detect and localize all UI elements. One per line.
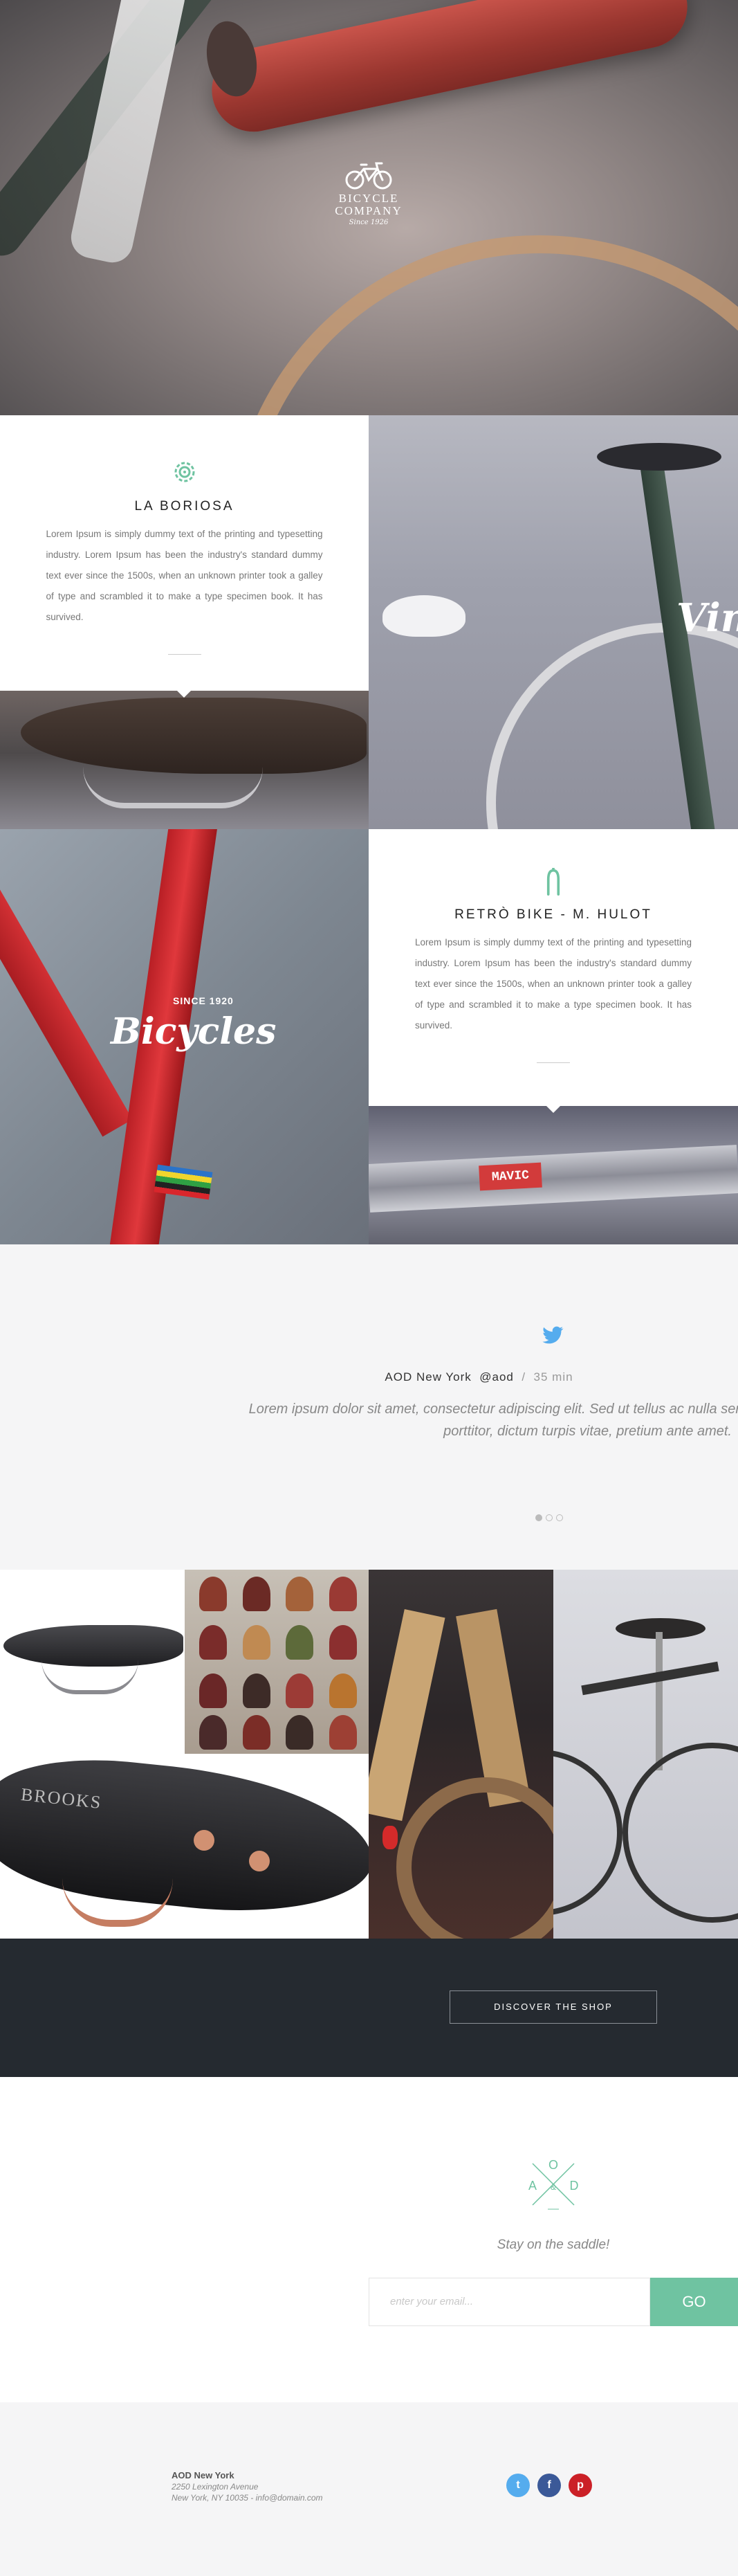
saddle-rail	[83, 767, 263, 808]
monogram-letter: D	[570, 2179, 579, 2193]
photo-red-bike: SINCE 1920 Bicycles	[0, 829, 369, 1244]
frame-tube	[0, 867, 133, 1137]
newsletter-tagline: Stay on the saddle!	[497, 2238, 610, 2252]
brand-since: Since 1926	[349, 219, 389, 226]
twitter-bird-icon[interactable]	[542, 1326, 564, 1345]
gallery-saddle-side[interactable]	[0, 1570, 185, 1754]
carousel-dot[interactable]	[546, 1514, 553, 1521]
card-pointer	[177, 691, 191, 698]
tweet-line: porttitor, dictum turpis vitae, pretium …	[443, 1424, 732, 1439]
feature-body: Lorem Ipsum is simply dummy text of the …	[46, 529, 323, 622]
gallery-bike-frame[interactable]	[553, 1570, 738, 1939]
carousel-dot[interactable]	[535, 1514, 542, 1521]
carousel-dot[interactable]	[556, 1514, 563, 1521]
since-text: SINCE 1920	[173, 995, 234, 1006]
rim-band	[369, 1145, 738, 1213]
tweet-author[interactable]: AOD New York	[385, 1370, 471, 1384]
brand-line-2: COMPANY	[335, 204, 403, 217]
bike-fork-icon	[546, 868, 560, 896]
footer-email[interactable]: info@domain.com	[256, 2493, 323, 2503]
frame-tube	[581, 1661, 719, 1696]
bicycles-text: Bicycles	[111, 1010, 277, 1053]
gallery-brooks-saddle[interactable]: BROOKS	[0, 1754, 369, 1939]
seat-shape	[597, 443, 721, 471]
feature-title: RETRÒ BIKE - M. HULOT	[454, 907, 652, 922]
twitter-icon[interactable]: t	[506, 2474, 530, 2497]
gallery-bike-bags[interactable]	[369, 1570, 553, 1939]
photo-rim: MAVIC	[369, 1106, 738, 1244]
separator: /	[522, 1370, 526, 1384]
hero-wheel-image	[228, 235, 738, 415]
footer-company: AOD New York	[172, 2470, 234, 2480]
photo-saddle	[0, 691, 369, 829]
saddle-row	[192, 1577, 365, 1611]
gear-icon	[174, 462, 194, 482]
vintage-text: Vin	[676, 595, 738, 641]
strap-shape	[369, 1609, 445, 1821]
tweet-line: Lorem ipsum dolor sit amet, consectetur …	[248, 1402, 738, 1417]
tweet-meta: AOD New York @aod / 35 min	[0, 1370, 738, 1384]
footer: AOD New York 2250 Lexington Avenue New Y…	[0, 2402, 738, 2576]
tweet-time: 35 min	[533, 1370, 573, 1384]
brand-logo[interactable]: BICYCLE COMPANY Since 1926	[327, 161, 410, 226]
rivet	[249, 1851, 270, 1871]
wheel-shape	[553, 1750, 622, 1916]
feature-title: LA BORIOSA	[134, 499, 234, 514]
photo-lake-bike: Vin	[369, 415, 738, 829]
seat-post	[656, 1632, 663, 1770]
feature-body: Lorem Ipsum is simply dummy text of the …	[415, 937, 692, 1031]
rear-light	[382, 1826, 398, 1849]
divider	[167, 654, 201, 655]
fender-shape	[396, 1777, 553, 1939]
monogram-letter: &	[551, 2182, 556, 2192]
rivet	[194, 1830, 214, 1851]
footer-city: New York, NY 10035 -	[172, 2493, 254, 2503]
footer-street: 2250 Lexington Avenue	[172, 2482, 259, 2492]
aod-monogram-logo: O A & D	[528, 2158, 579, 2210]
tweet-text: Lorem ipsum dolor sit amet, consectetur …	[166, 1398, 738, 1442]
discover-shop-button[interactable]: DISCOVER THE SHOP	[450, 1990, 657, 2024]
email-input[interactable]: enter your email...	[369, 2278, 650, 2326]
hero-handlebar-image	[204, 0, 695, 140]
carousel-dots	[535, 1514, 563, 1521]
bicycle-icon	[345, 162, 392, 190]
saddle-row	[192, 1715, 365, 1750]
feature-card-retro-bike: RETRÒ BIKE - M. HULOT Lorem Ipsum is sim…	[369, 829, 738, 1106]
tweet-handle[interactable]: @aod	[479, 1370, 514, 1384]
mavic-label: MAVIC	[479, 1162, 542, 1191]
saddle-rail	[62, 1878, 173, 1927]
divider	[537, 1062, 570, 1063]
saddle-shape	[21, 698, 367, 774]
subscribe-button[interactable]: GO	[650, 2278, 738, 2326]
hero-banner: BICYCLE COMPANY Since 1926	[0, 0, 738, 415]
gallery-saddle-wall[interactable]	[185, 1570, 369, 1754]
twitter-section: AOD New York @aod / 35 min Lorem ipsum d…	[0, 1244, 738, 1570]
monogram-letter: O	[548, 2158, 558, 2172]
feature-card-la-boriosa: LA BORIOSA Lorem Ipsum is simply dummy t…	[0, 415, 369, 691]
social-links: t f p	[506, 2474, 592, 2497]
swan-shape	[382, 595, 465, 637]
footer-address: AOD New York 2250 Lexington Avenue New Y…	[172, 2470, 323, 2503]
saddle-row	[192, 1674, 365, 1708]
pinterest-icon[interactable]: p	[569, 2474, 592, 2497]
saddle-row	[192, 1625, 365, 1660]
newsletter-section: O A & D Stay on the saddle! enter your e…	[0, 2077, 738, 2402]
monogram-letter: A	[528, 2179, 537, 2193]
facebook-icon[interactable]: f	[537, 2474, 561, 2497]
brand-line-1: BICYCLE	[338, 192, 399, 205]
wheel-shape	[622, 1743, 738, 1923]
saddle-rail	[41, 1660, 138, 1694]
saddle-shape	[0, 1754, 369, 1926]
shop-banner: DISCOVER THE SHOP	[0, 1939, 738, 2077]
card-pointer	[546, 1106, 560, 1113]
